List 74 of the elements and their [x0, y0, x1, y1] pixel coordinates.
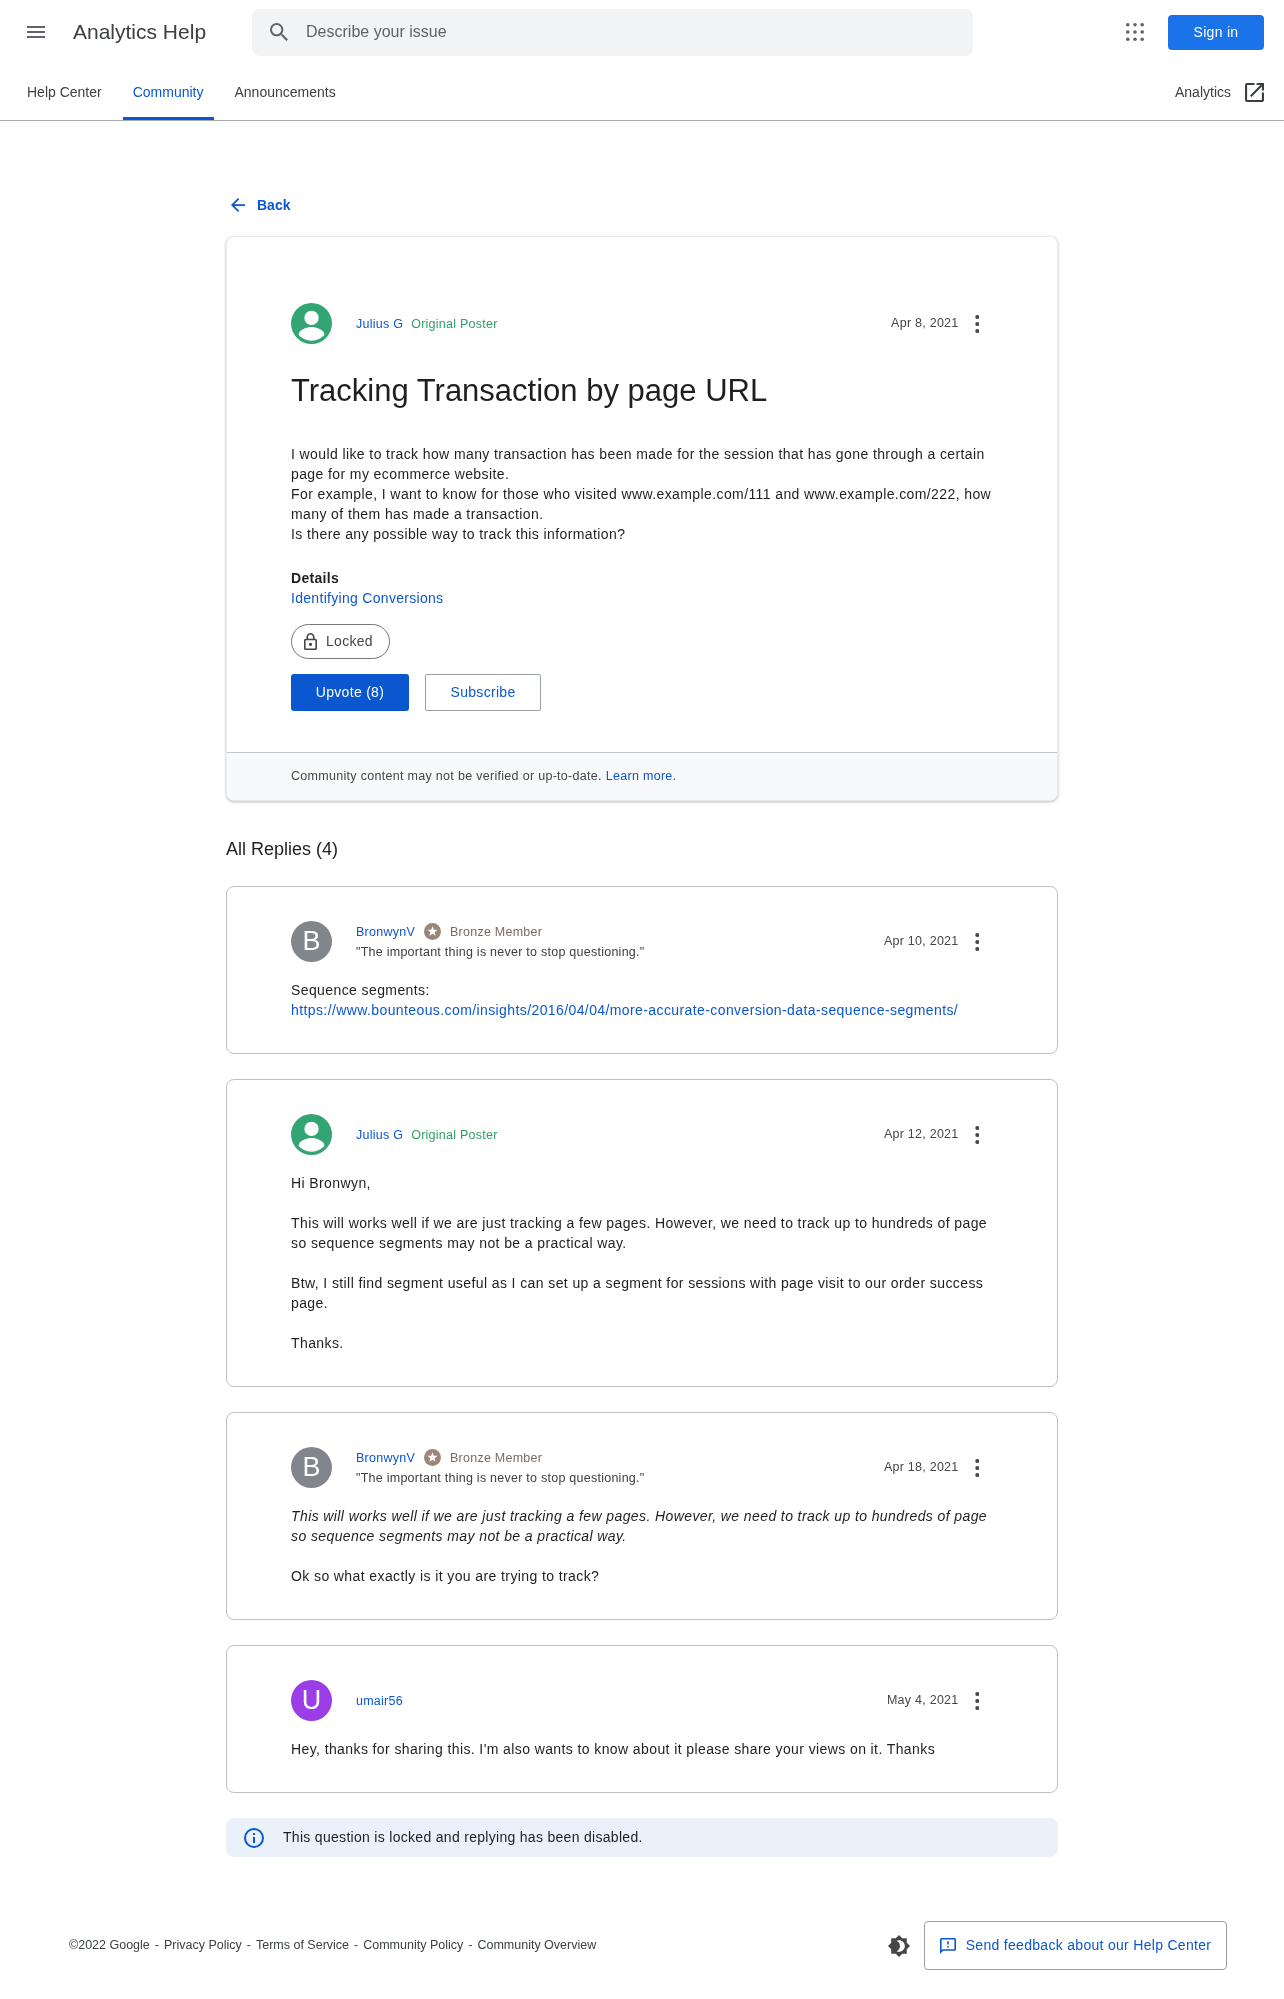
footer-link[interactable]: Terms of Service [255, 1936, 350, 1955]
post-date: Apr 18, 2021 [883, 1459, 959, 1477]
upvote-button[interactable]: Upvote (8) [291, 674, 409, 711]
more-options-icon[interactable] [974, 932, 979, 951]
question-title: Tracking Transaction by page URL [291, 372, 769, 410]
nav-tab[interactable]: Help Center [17, 64, 112, 120]
theme-toggle-icon[interactable] [888, 1934, 910, 1957]
more-options-icon[interactable] [974, 314, 979, 333]
details-link[interactable]: Identifying Conversions [291, 588, 444, 608]
separator-dash: - [468, 1937, 473, 1955]
more-options-icon[interactable] [974, 1691, 979, 1710]
member-badge-label: Bronze Member [450, 1449, 543, 1467]
more-options-icon[interactable] [974, 1458, 979, 1477]
info-icon [244, 1827, 264, 1848]
lock-icon [304, 633, 317, 650]
letter-avatar: B [291, 921, 332, 962]
letter-avatar: B [291, 1447, 332, 1488]
member-badge-label: Bronze Member [450, 923, 543, 941]
copyright-text: ©2022 Google [69, 1937, 150, 1955]
question-text: For example, I want to know for those who visited www.example.com/111 and www.example.com/222, how many of them has made a transaction. [291, 485, 993, 524]
post-date: Apr 10, 2021 [883, 933, 959, 951]
star-badge-icon [424, 1449, 441, 1466]
footer-link[interactable]: Privacy Policy [164, 1936, 242, 1955]
separator-dash: - [246, 1937, 251, 1955]
post-date: Apr 12, 2021 [883, 1126, 959, 1144]
more-options-icon[interactable] [974, 1125, 979, 1144]
member-badge-label: Original Poster [411, 1126, 498, 1144]
star-badge-icon [424, 923, 441, 940]
menu-icon[interactable] [27, 26, 45, 38]
post-date: May 4, 2021 [886, 1692, 959, 1710]
feedback-button[interactable]: Send feedback about our Help Center [924, 1921, 1227, 1970]
search-icon [270, 22, 289, 41]
reply-text: Hi Bronwyn, [291, 1174, 372, 1193]
apps-grid-icon[interactable] [1126, 23, 1144, 41]
author-name[interactable]: Julius G [356, 1124, 404, 1145]
reply-text: Btw, I still find segment useful as I can set up a segment for sessions with page visit to our order success page. [291, 1274, 985, 1313]
search-field[interactable]: Describe your issue [252, 8, 974, 56]
letter-avatar: U [291, 1680, 332, 1721]
reply-link[interactable]: https://www.bounteous.com/insights/2016/04/04/more-accurate-conversion-data-sequence-segments/ [291, 1000, 959, 1020]
post-date: Apr 8, 2021 [891, 315, 959, 333]
quoted-text: This will works well if we are just tracking a few pages. However, we need to track up to hundreds of page so sequence segments may not be a practical way. [291, 1507, 989, 1546]
back-link[interactable]: Back [231, 195, 291, 215]
reply-text: Ok so what exactly is it you are trying to track? [291, 1567, 601, 1586]
subscribe-button[interactable]: Subscribe [425, 674, 541, 711]
reply-text: Thanks. [291, 1334, 345, 1353]
author-signature: "The important thing is never to stop questioning." [356, 943, 645, 961]
nav-tab[interactable]: Announcements [224, 64, 346, 120]
member-badge-label: Original Poster [411, 315, 498, 333]
back-arrow-icon [231, 198, 245, 212]
feedback-icon [939, 1937, 956, 1954]
learn-more-link[interactable]: Learn more [605, 769, 673, 784]
footer-link[interactable]: Community Overview [477, 1936, 597, 1955]
question-text: Is there any possible way to track this information? [291, 525, 627, 544]
sign-in-button[interactable]: Sign in [1168, 14, 1264, 50]
notice-text: This question is locked and replying has been disabled. [283, 1828, 643, 1847]
author-name[interactable]: umair56 [356, 1690, 403, 1711]
product-link[interactable]: Analytics [1174, 64, 1264, 120]
nav-tab[interactable]: Community [122, 64, 214, 120]
separator-dash: - [154, 1937, 159, 1955]
author-name[interactable]: Julius G [356, 313, 404, 334]
site-title: Analytics Help [73, 19, 207, 46]
question-text: I would like to track how many transaction has been made for the session that has gone through a certain page for my ecommerce website. [291, 445, 986, 484]
author-name[interactable]: BronwynV [356, 921, 415, 942]
separator-dash: - [354, 1937, 359, 1955]
details-label: Details [291, 569, 340, 588]
reply-text: This will works well if we are just tracking a few pages. However, we need to track up to hundreds of page so sequence segments may not be a practical way. [291, 1214, 989, 1253]
reply-text: Sequence segments: [291, 981, 431, 1000]
author-signature: "The important thing is never to stop questioning." [356, 1469, 645, 1487]
disclaimer-text: Community content may not be verified or up-to-date. Learn more. [291, 768, 677, 786]
external-link-icon[interactable] [1245, 82, 1264, 102]
author-name[interactable]: BronwynV [356, 1447, 415, 1468]
footer-link[interactable]: Community Policy [363, 1936, 464, 1955]
reply-text: Hey, thanks for sharing this. I'm also wants to know about it please share your views on it. Thanks [291, 1740, 937, 1759]
replies-heading: All Replies (4) [226, 838, 340, 860]
